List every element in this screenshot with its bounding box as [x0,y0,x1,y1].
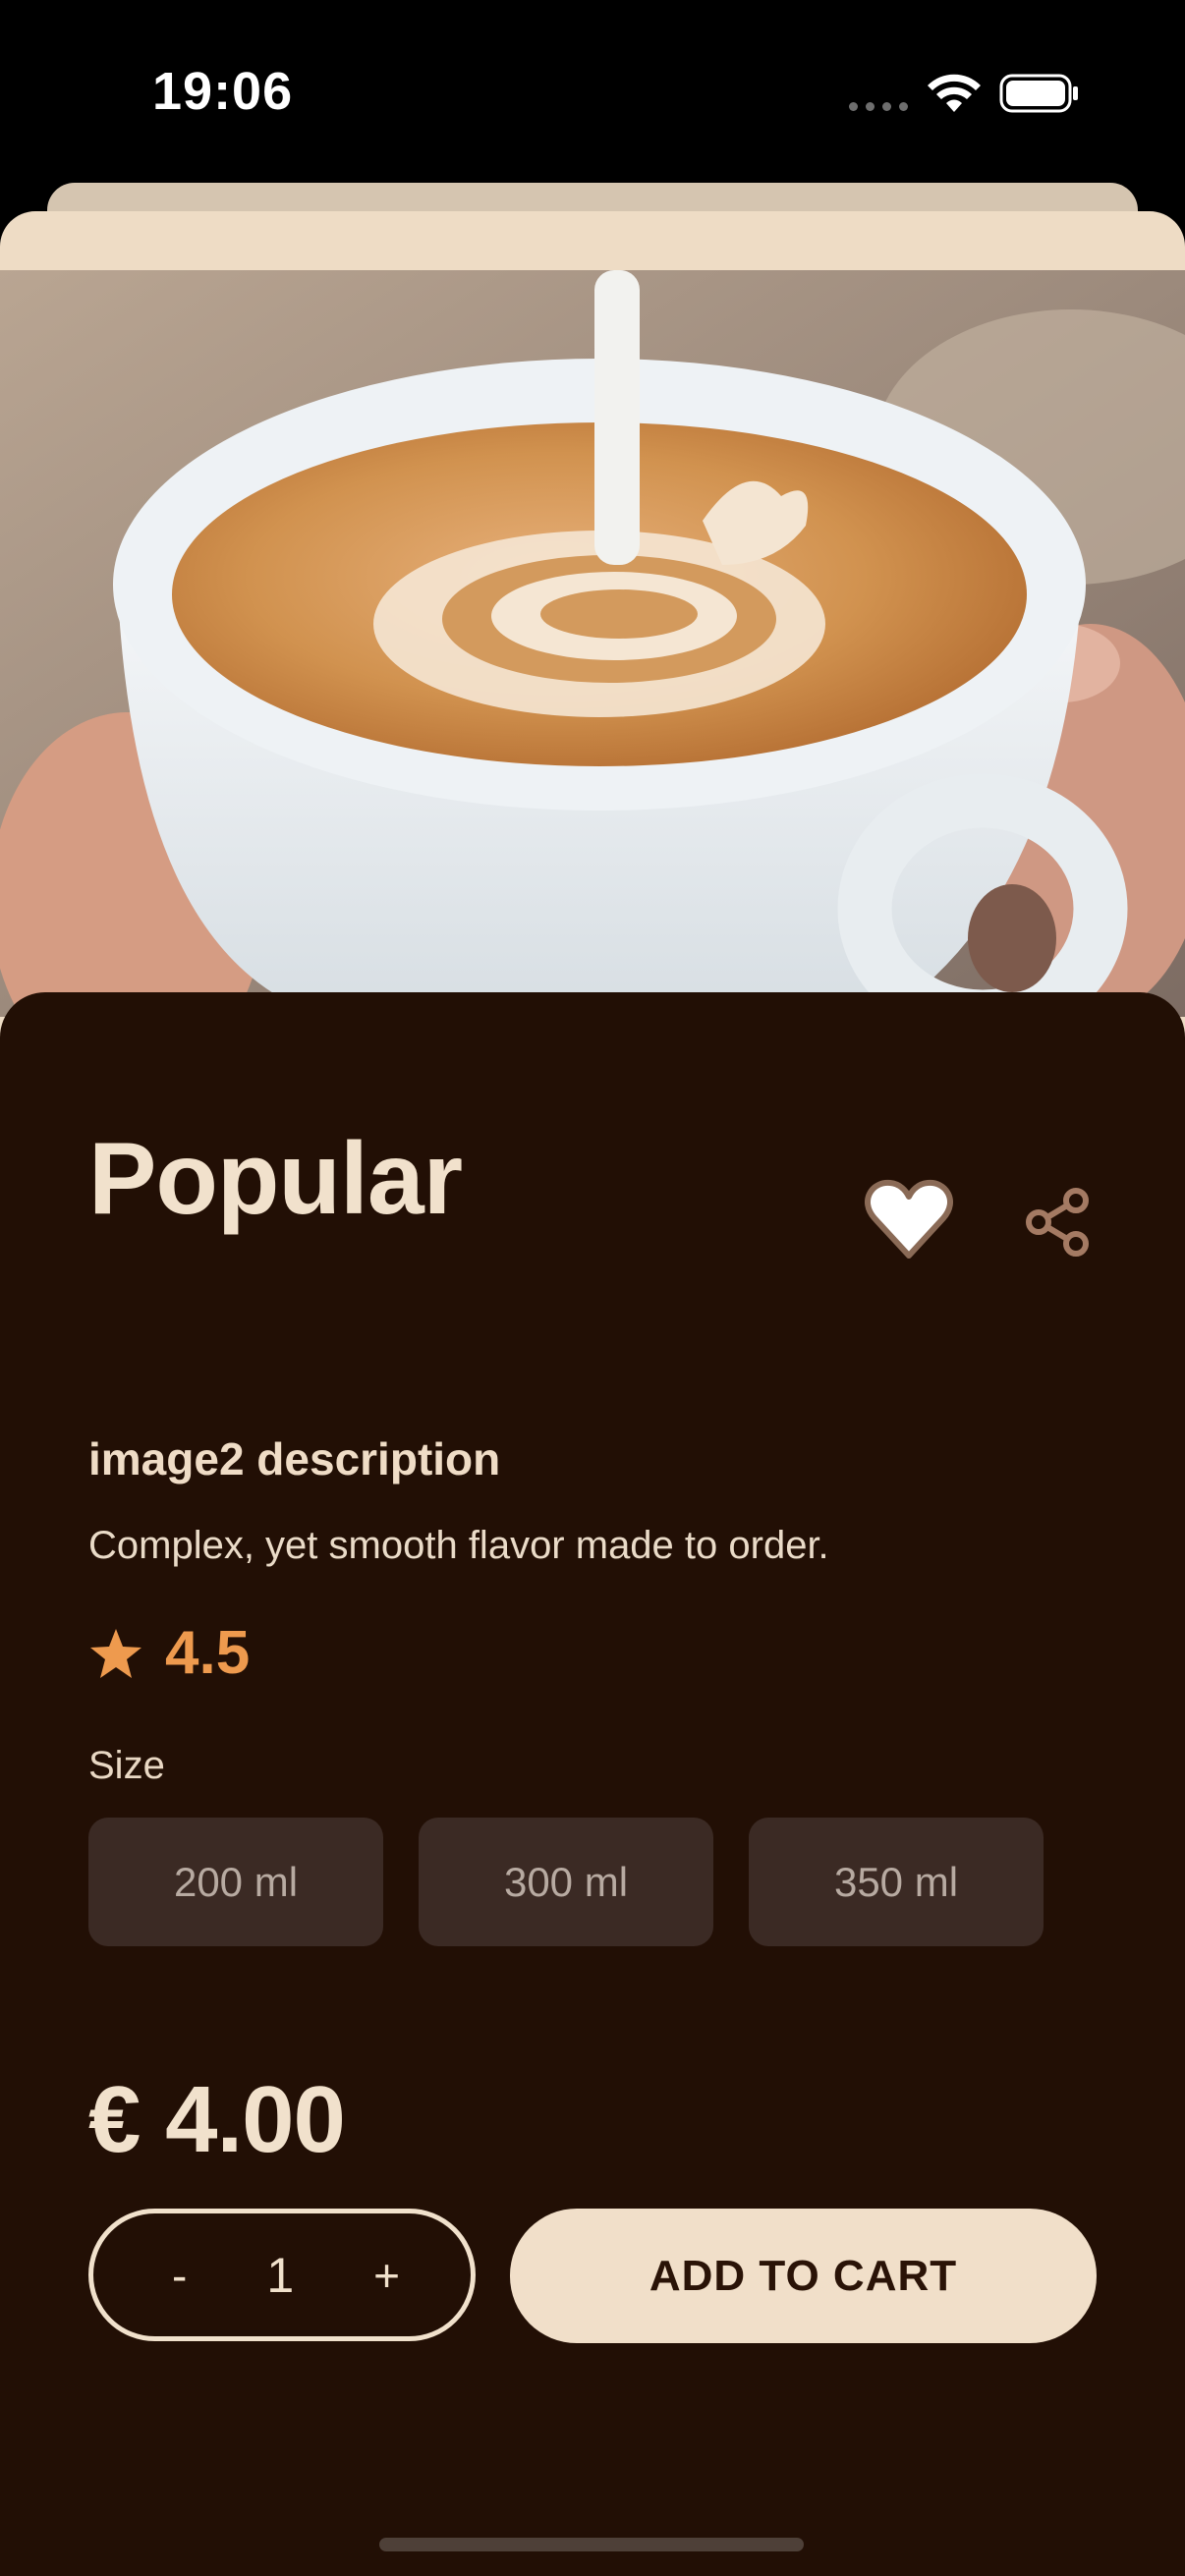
battery-icon [999,74,1078,113]
decrement-button[interactable]: - [162,2243,197,2308]
share-icon[interactable] [1025,1187,1094,1258]
size-option-200ml[interactable]: 200 ml [88,1818,383,1946]
product-title: Popular [88,1122,463,1236]
quantity-stepper: - 1 + [88,2209,476,2341]
product-image [0,270,1185,1017]
rating: 4.5 [88,1623,250,1684]
description-title: image2 description [88,1433,501,1484]
quantity-value: 1 [266,2247,295,2303]
heart-icon[interactable] [865,1179,953,1261]
star-icon [90,1629,141,1678]
size-option-300ml[interactable]: 300 ml [419,1818,713,1946]
signal-dots-icon [849,102,908,111]
size-option-350ml[interactable]: 350 ml [749,1818,1044,1946]
price: € 4.00 [88,2067,346,2172]
add-to-cart-button[interactable]: ADD TO CART [510,2209,1097,2343]
increment-button[interactable]: + [364,2243,410,2308]
description-text: Complex, yet smooth flavor made to order… [88,1524,829,1567]
status-time: 19:06 [152,62,294,121]
rating-value: 4.5 [165,1619,251,1687]
status-bar: 19:06 [0,0,1185,187]
size-label: Size [88,1744,165,1787]
home-indicator[interactable] [379,2538,804,2551]
wifi-icon [928,74,981,112]
